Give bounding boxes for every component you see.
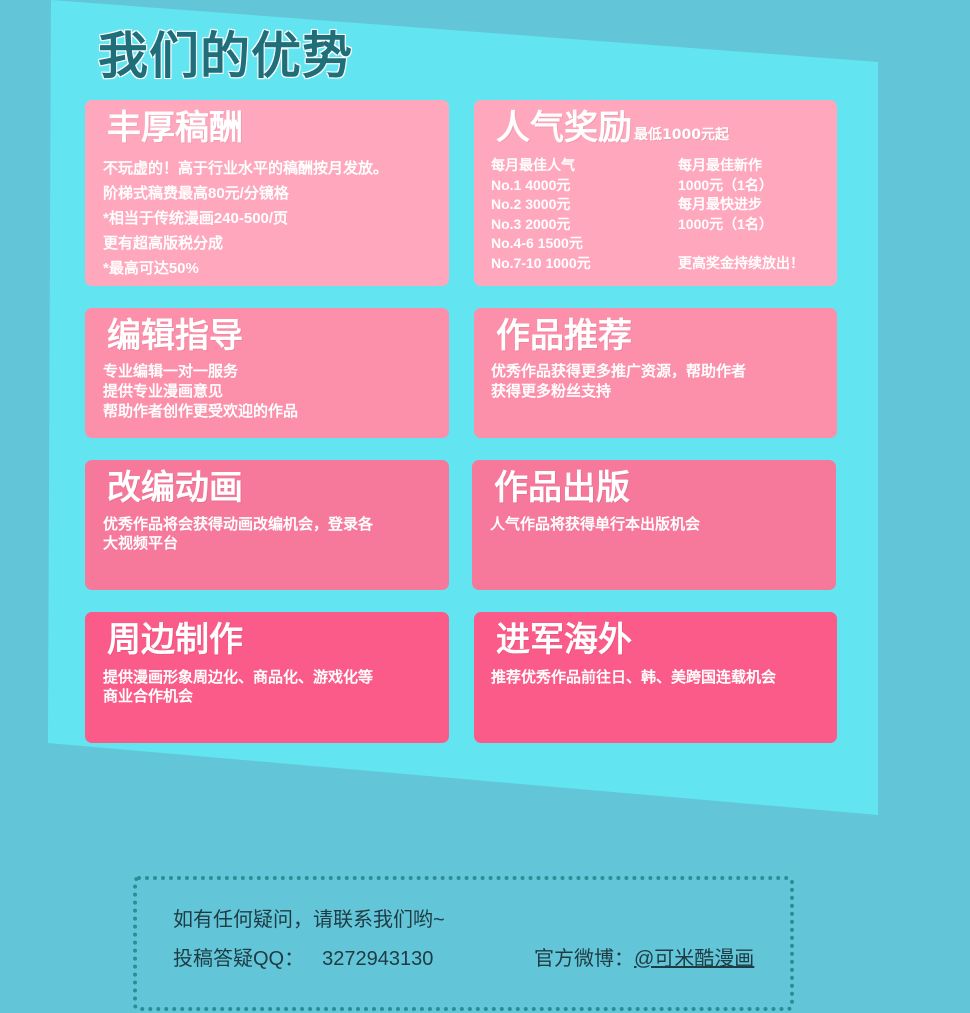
card-subtitle: 最低1000元起: [634, 127, 729, 143]
card-line: 推荐优秀作品前往日、韩、美跨国连载机会: [491, 669, 777, 686]
card-title: 人气奖励 最低1000元起: [496, 106, 729, 157]
card-body: 提供漫画形象周边化、商品化、游戏化等 商业合作机会: [103, 668, 373, 706]
card-title: 作品出版: [494, 468, 630, 508]
rank-line: No.4-6 1500元: [491, 235, 583, 251]
rank-line: [678, 234, 804, 254]
qq-number[interactable]: 3272943130: [322, 948, 433, 970]
rank-line: No.3 2000元: [491, 215, 571, 232]
rank-line: No.7-10 1000元: [491, 254, 591, 271]
rank-line: 1000元（1名）: [678, 215, 773, 232]
card-title-text: 人气奖励: [496, 108, 632, 148]
card-body: 推荐优秀作品前往日、韩、美跨国连载机会: [491, 668, 776, 688]
card-line: *最高可达50%: [103, 260, 199, 277]
card-title: 改编动画: [107, 468, 243, 508]
card-line: 不玩虚的！高于行业水平的稿酬按月发放。: [103, 160, 389, 177]
rank-line: 更高奖金持续放出！: [678, 254, 804, 271]
card-overseas: 进军海外 推荐优秀作品前往日、韩、美跨国连载机会: [474, 612, 837, 743]
card-body: 优秀作品将会获得动画改编机会，登录各 大视频平台: [103, 515, 373, 553]
card-body: 不玩虚的！高于行业水平的稿酬按月发放。 阶梯式稿费最高80元/分镜格 *相当于传…: [103, 156, 388, 281]
card-body: 人气作品将获得单行本出版机会: [490, 515, 700, 535]
card-line: 大视频平台: [103, 535, 179, 552]
rank-line: No.2 3000元: [491, 196, 571, 212]
card-title: 进军海外: [496, 620, 632, 660]
card-title: 周边制作: [107, 620, 243, 660]
weibo-label: 官方微博：: [534, 948, 634, 970]
card-publish: 作品出版 人气作品将获得单行本出版机会: [472, 460, 836, 590]
section-title: 我们的优势: [98, 27, 353, 85]
card-line: 获得更多粉丝支持: [491, 383, 612, 400]
contact-box: 如有任何疑问，请联系我们哟~ 投稿答疑QQ： 3272943130 官方微博：@可…: [133, 876, 794, 1011]
card-line: 优秀作品将会获得动画改编机会，登录各: [103, 516, 374, 533]
card-line: 提供漫画形象周边化、商品化、游戏化等: [103, 669, 374, 686]
card-line: 优秀作品获得更多推广资源，帮助作者: [491, 363, 747, 380]
card-popularity: 人气奖励 最低1000元起 每月最佳人气 No.1 4000元 No.2 3000…: [474, 100, 837, 286]
contact-intro: 如有任何疑问，请联系我们哟~: [173, 909, 445, 931]
card-royalty: 丰厚稿酬 不玩虚的！高于行业水平的稿酬按月发放。 阶梯式稿费最高80元/分镜格 …: [85, 100, 449, 286]
rank-line: 1000元（1名）: [678, 176, 773, 193]
card-merch: 周边制作 提供漫画形象周边化、商品化、游戏化等 商业合作机会: [85, 612, 449, 743]
contact-details: 投稿答疑QQ： 3272943130 官方微博：@可米酷漫画: [173, 946, 773, 972]
card-title: 丰厚稿酬: [107, 108, 243, 148]
rank-line: No.1 4000元: [491, 176, 571, 193]
card-line: 专业编辑一对一服务: [103, 363, 239, 380]
card-line: *相当于传统漫画240-500/页: [103, 210, 289, 227]
card-recommend: 作品推荐 优秀作品获得更多推广资源，帮助作者 获得更多粉丝支持: [474, 308, 837, 438]
card-line: 帮助作者创作更受欢迎的作品: [103, 403, 299, 420]
rank-line: 每月最佳人气: [491, 157, 575, 173]
card-title: 作品推荐: [496, 316, 632, 356]
card-title: 编辑指导: [107, 316, 243, 356]
card-line: 阶梯式稿费最高80元/分镜格: [103, 185, 289, 202]
card-body: 专业编辑一对一服务 提供专业漫画意见 帮助作者创作更受欢迎的作品: [103, 362, 298, 422]
ranking-list-new-and-progress: 每月最佳新作 1000元（1名） 每月最快进步 1000元（1名） 更高奖金持续…: [678, 156, 804, 273]
card-line: 商业合作机会: [103, 688, 194, 705]
card-editor: 编辑指导 专业编辑一对一服务 提供专业漫画意见 帮助作者创作更受欢迎的作品: [85, 308, 449, 438]
card-line: 提供专业漫画意见: [103, 383, 224, 400]
qq-label: 投稿答疑QQ：: [173, 948, 305, 970]
card-body: 优秀作品获得更多推广资源，帮助作者 获得更多粉丝支持: [491, 362, 746, 402]
weibo-group: 官方微博：@可米酷漫画: [534, 946, 754, 972]
card-animation: 改编动画 优秀作品将会获得动画改编机会，登录各 大视频平台: [85, 460, 449, 590]
weibo-link[interactable]: @可米酷漫画: [634, 948, 754, 970]
rank-line: 每月最佳新作: [678, 157, 762, 173]
card-line: 人气作品将获得单行本出版机会: [490, 516, 701, 533]
ranking-list-monthly-popular: 每月最佳人气 No.1 4000元 No.2 3000元 No.3 2000元 …: [491, 156, 591, 273]
card-line: 更有超高版税分成: [103, 235, 224, 252]
rank-line: 每月最快进步: [678, 196, 762, 212]
